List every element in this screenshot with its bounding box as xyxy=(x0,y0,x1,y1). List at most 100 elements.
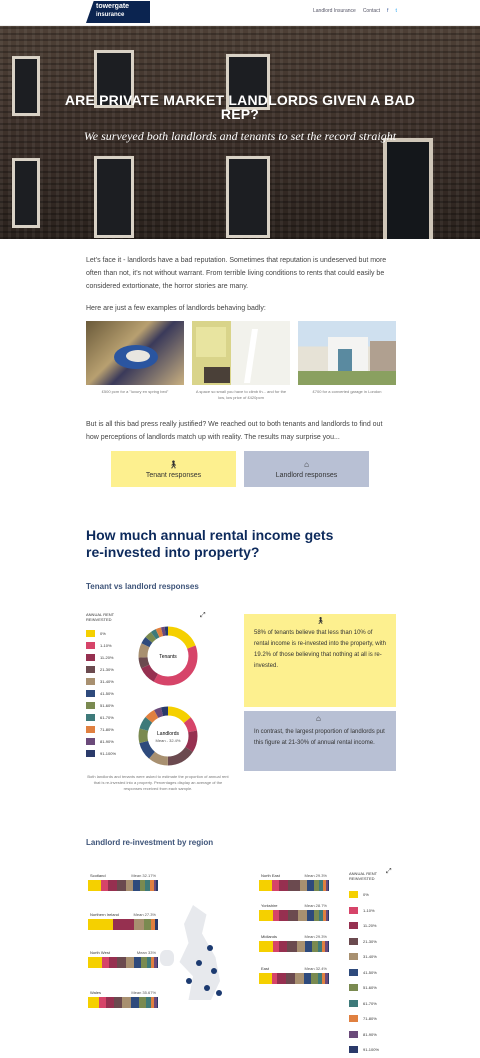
map-marker[interactable] xyxy=(216,990,222,996)
region-segment[interactable] xyxy=(88,957,102,968)
region-segment[interactable] xyxy=(306,880,314,891)
region-segment[interactable] xyxy=(278,941,287,952)
photo-small-room[interactable] xyxy=(192,321,290,385)
region-segment[interactable] xyxy=(109,957,118,968)
region-segment[interactable] xyxy=(155,880,158,891)
region-segment[interactable] xyxy=(298,910,307,921)
region-segment[interactable] xyxy=(88,919,113,930)
region-bar[interactable]: Wales Mean 35.67% xyxy=(88,990,158,1010)
region-segment[interactable] xyxy=(125,880,133,891)
map-marker[interactable] xyxy=(207,945,213,951)
region-segment[interactable] xyxy=(98,997,106,1008)
nav-contact[interactable]: Contact xyxy=(363,8,380,14)
facebook-icon[interactable]: f xyxy=(387,8,388,14)
region-legend-item: 21-30% xyxy=(349,934,389,950)
region-segment[interactable] xyxy=(286,941,297,952)
region-segment[interactable] xyxy=(327,941,329,952)
region-segment[interactable] xyxy=(117,880,126,891)
region-bar[interactable]: Yorkshire Mean 28.7% xyxy=(259,903,329,923)
region-segment[interactable] xyxy=(277,973,286,984)
region-segment[interactable] xyxy=(134,957,142,968)
map-marker[interactable] xyxy=(196,960,202,966)
region-segment[interactable] xyxy=(306,910,314,921)
region-segment[interactable] xyxy=(107,880,118,891)
expand-icon[interactable]: ⤢ xyxy=(386,868,392,876)
legend-label: 31-40% xyxy=(100,678,114,684)
region-segment[interactable] xyxy=(305,941,313,952)
region-segment[interactable] xyxy=(259,880,272,891)
region-mean: Mean 32.4% xyxy=(304,966,327,971)
region-segment[interactable] xyxy=(113,997,123,1008)
region-segment[interactable] xyxy=(303,973,311,984)
region-segment[interactable] xyxy=(259,941,273,952)
region-segment[interactable] xyxy=(102,957,109,968)
region-bar[interactable]: Midlands Mean 29.3% xyxy=(259,934,329,954)
legend: ANNUAL RENT REINVESTED 0% 1-10% 11-20% 21-3… xyxy=(86,612,126,759)
donut-mean-label: Mean - 32.4% xyxy=(156,738,181,743)
towergate-logo[interactable]: towergate insurance xyxy=(86,1,150,23)
map-marker[interactable] xyxy=(204,985,210,991)
region-segment[interactable] xyxy=(154,919,158,930)
nav-landlord-insurance[interactable]: Landlord Insurance xyxy=(313,8,356,14)
region-segment[interactable] xyxy=(112,919,134,930)
region-segment[interactable] xyxy=(327,973,329,984)
landlord-responses-button[interactable]: ⌂ Landlord responses xyxy=(244,451,369,487)
region-segment[interactable] xyxy=(288,910,299,921)
legend-label: 21-30% xyxy=(100,666,114,672)
legend-label: 81-90% xyxy=(100,738,114,744)
region-segment[interactable] xyxy=(132,880,140,891)
region-legend-item: 41-50% xyxy=(349,965,389,981)
intro-paragraph: Let's face it - landlords have a bad rep… xyxy=(86,257,387,290)
region-segment[interactable] xyxy=(295,973,304,984)
region-segment[interactable] xyxy=(310,973,318,984)
region-segment[interactable] xyxy=(133,919,144,930)
region-legend-swatch xyxy=(349,1046,358,1054)
region-segment[interactable] xyxy=(288,880,300,891)
tenant-responses-button[interactable]: 🚶︎ Tenant responses xyxy=(111,451,236,487)
region-stack xyxy=(259,973,329,984)
building-window xyxy=(12,56,40,116)
twitter-icon[interactable]: t xyxy=(395,8,396,14)
region-segment[interactable] xyxy=(299,880,307,891)
building-door xyxy=(383,138,433,239)
region-segment[interactable] xyxy=(278,880,289,891)
photo-garage[interactable] xyxy=(298,321,396,385)
photo-caption: £700 for a converted garage in London xyxy=(312,389,382,394)
region-segment[interactable] xyxy=(139,997,147,1008)
region-bar[interactable]: Scotland Mean 32.17% xyxy=(88,873,158,893)
expand-icon[interactable]: ⤢ xyxy=(200,612,206,620)
region-segment[interactable] xyxy=(100,880,108,891)
region-bar[interactable]: East Mean 32.4% xyxy=(259,966,329,986)
region-segment[interactable] xyxy=(296,941,306,952)
region-segment[interactable] xyxy=(259,973,272,984)
region-segment[interactable] xyxy=(271,880,279,891)
legend-swatch xyxy=(86,725,95,733)
region-segment[interactable] xyxy=(156,997,158,1008)
region-segment[interactable] xyxy=(156,957,158,968)
region-bar[interactable]: North East Mean 29.3% xyxy=(259,873,329,893)
region-segment[interactable] xyxy=(130,997,140,1008)
region-segment[interactable] xyxy=(327,880,329,891)
region-segment[interactable] xyxy=(285,973,296,984)
region-legend-item: 61-70% xyxy=(349,996,389,1012)
region-bar[interactable]: North West Mean 33% xyxy=(88,950,158,970)
region-segment[interactable] xyxy=(278,910,289,921)
photo-garage-art xyxy=(298,337,396,385)
region-segment[interactable] xyxy=(327,910,329,921)
house-icon: ⌂ xyxy=(304,459,309,469)
hero-banner: ARE PRIVATE MARKET LANDLORDS GIVEN A BAD… xyxy=(0,26,480,239)
region-segment[interactable] xyxy=(117,957,126,968)
map-marker[interactable] xyxy=(186,978,192,984)
region-segment[interactable] xyxy=(259,910,273,921)
region-bar[interactable]: Northern Ireland Mean 27.3% xyxy=(88,912,158,932)
region-segment[interactable] xyxy=(125,957,135,968)
region-mean: Mean 29.3% xyxy=(304,873,327,878)
region-legend-item: 71-80% xyxy=(349,1011,389,1027)
region-segment[interactable] xyxy=(105,997,114,1008)
region-segment[interactable] xyxy=(144,919,151,930)
map-marker[interactable] xyxy=(211,968,217,974)
region-segment[interactable] xyxy=(122,997,131,1008)
region-segment[interactable] xyxy=(88,880,101,891)
photo-bed[interactable] xyxy=(86,321,184,385)
region-segment[interactable] xyxy=(88,997,99,1008)
